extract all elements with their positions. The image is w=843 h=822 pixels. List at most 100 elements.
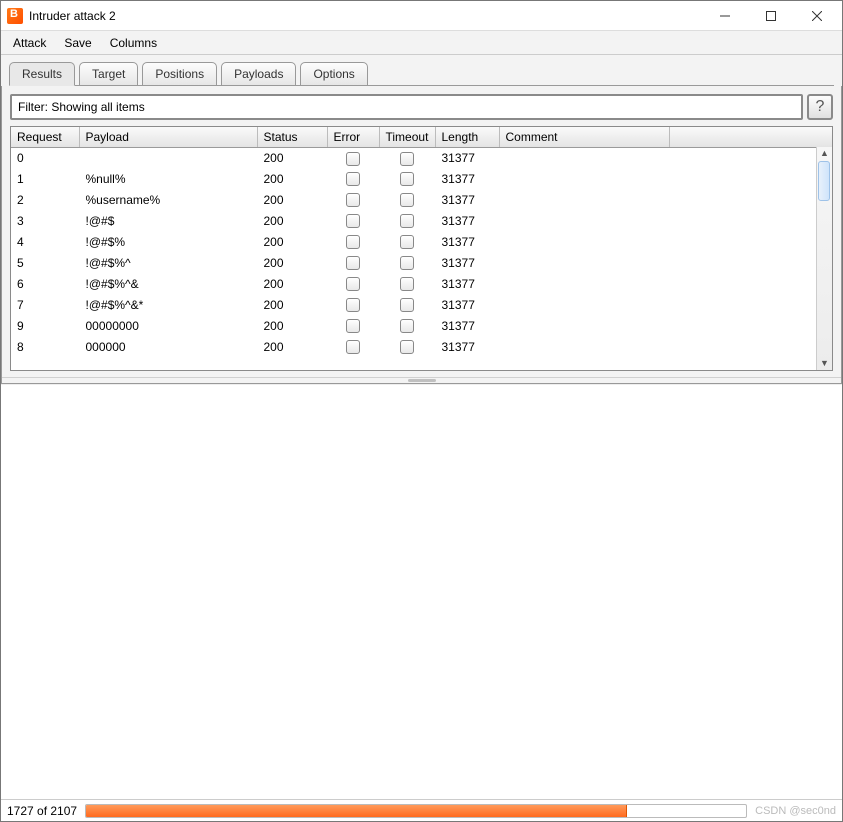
checkbox-icon: [400, 152, 414, 166]
cell-payload: %null%: [79, 169, 257, 190]
cell-request: 7: [11, 295, 79, 316]
maximize-button[interactable]: [748, 1, 794, 31]
checkbox-icon: [346, 340, 360, 354]
cell-request: 8: [11, 337, 79, 358]
col-payload[interactable]: Payload: [79, 127, 257, 148]
cell-payload: !@#$: [79, 211, 257, 232]
table-row[interactable]: 4!@#$%20031377: [11, 232, 832, 253]
checkbox-icon: [346, 298, 360, 312]
tab-positions[interactable]: Positions: [142, 62, 217, 86]
cell-status: 200: [257, 337, 327, 358]
cell-error: [327, 274, 379, 295]
cell-length: 31377: [435, 316, 499, 337]
splitter-handle[interactable]: [2, 377, 841, 383]
cell-comment: [499, 337, 669, 358]
cell-comment: [499, 211, 669, 232]
scroll-thumb[interactable]: [818, 161, 830, 201]
cell-status: 200: [257, 211, 327, 232]
cell-error: [327, 169, 379, 190]
col-status[interactable]: Status: [257, 127, 327, 148]
close-icon: [812, 11, 822, 21]
cell-timeout: [379, 253, 435, 274]
results-table: Request Payload Status Error Timeout Len…: [11, 127, 832, 358]
tabstrip-container: Results Target Positions Payloads Option…: [1, 55, 842, 86]
table-body: 0200313771%null%200313772%username%20031…: [11, 148, 832, 358]
table-row[interactable]: 7!@#$%^&*20031377: [11, 295, 832, 316]
menu-save[interactable]: Save: [60, 34, 95, 52]
col-length[interactable]: Length: [435, 127, 499, 148]
cell-timeout: [379, 295, 435, 316]
checkbox-icon: [400, 214, 414, 228]
checkbox-icon: [400, 172, 414, 186]
checkbox-icon: [400, 193, 414, 207]
table-row[interactable]: 020031377: [11, 148, 832, 169]
cell-comment: [499, 316, 669, 337]
tab-options[interactable]: Options: [300, 62, 367, 86]
cell-error: [327, 316, 379, 337]
cell-status: 200: [257, 274, 327, 295]
cell-request: 6: [11, 274, 79, 295]
close-button[interactable]: [794, 1, 840, 31]
col-fill: [669, 127, 832, 148]
cell-payload: [79, 148, 257, 169]
vertical-scrollbar[interactable]: ▲ ▼: [816, 147, 832, 370]
scroll-down-icon: ▼: [820, 359, 829, 368]
cell-length: 31377: [435, 295, 499, 316]
minimize-icon: [720, 11, 730, 21]
checkbox-icon: [400, 319, 414, 333]
help-button[interactable]: ?: [807, 94, 833, 120]
cell-request: 5: [11, 253, 79, 274]
checkbox-icon: [346, 193, 360, 207]
table-row[interactable]: 6!@#$%^&20031377: [11, 274, 832, 295]
results-table-container: Request Payload Status Error Timeout Len…: [10, 126, 833, 371]
table-header-row: Request Payload Status Error Timeout Len…: [11, 127, 832, 148]
table-row[interactable]: 1%null%20031377: [11, 169, 832, 190]
tab-target[interactable]: Target: [79, 62, 138, 86]
col-request[interactable]: Request: [11, 127, 79, 148]
col-comment[interactable]: Comment: [499, 127, 669, 148]
checkbox-icon: [400, 256, 414, 270]
cell-comment: [499, 169, 669, 190]
table-row[interactable]: 2%username%20031377: [11, 190, 832, 211]
checkbox-icon: [346, 235, 360, 249]
minimize-button[interactable]: [702, 1, 748, 31]
table-row[interactable]: 90000000020031377: [11, 316, 832, 337]
tab-payloads[interactable]: Payloads: [221, 62, 296, 86]
cell-error: [327, 337, 379, 358]
cell-length: 31377: [435, 190, 499, 211]
table-row[interactable]: 5!@#$%^20031377: [11, 253, 832, 274]
cell-payload: %username%: [79, 190, 257, 211]
cell-timeout: [379, 316, 435, 337]
cell-length: 31377: [435, 232, 499, 253]
cell-status: 200: [257, 169, 327, 190]
checkbox-icon: [400, 298, 414, 312]
col-timeout[interactable]: Timeout: [379, 127, 435, 148]
maximize-icon: [766, 11, 776, 21]
col-error[interactable]: Error: [327, 127, 379, 148]
checkbox-icon: [346, 256, 360, 270]
cell-timeout: [379, 274, 435, 295]
menu-columns[interactable]: Columns: [106, 34, 161, 52]
window-title: Intruder attack 2: [29, 9, 116, 23]
filter-row: Filter: Showing all items ?: [2, 86, 841, 124]
tab-results[interactable]: Results: [9, 62, 75, 86]
cell-timeout: [379, 169, 435, 190]
watermark-text: CSDN @sec0nd: [755, 805, 836, 817]
cell-timeout: [379, 211, 435, 232]
cell-payload: 00000000: [79, 316, 257, 337]
cell-length: 31377: [435, 337, 499, 358]
filter-box[interactable]: Filter: Showing all items: [10, 94, 803, 120]
cell-request: 9: [11, 316, 79, 337]
cell-comment: [499, 190, 669, 211]
detail-pane-empty: [1, 384, 842, 799]
table-row[interactable]: 3!@#$20031377: [11, 211, 832, 232]
cell-comment: [499, 295, 669, 316]
cell-timeout: [379, 148, 435, 169]
checkbox-icon: [400, 277, 414, 291]
menu-attack[interactable]: Attack: [9, 34, 50, 52]
table-row[interactable]: 800000020031377: [11, 337, 832, 358]
checkbox-icon: [346, 319, 360, 333]
cell-length: 31377: [435, 148, 499, 169]
cell-payload: !@#$%^&: [79, 274, 257, 295]
cell-length: 31377: [435, 253, 499, 274]
